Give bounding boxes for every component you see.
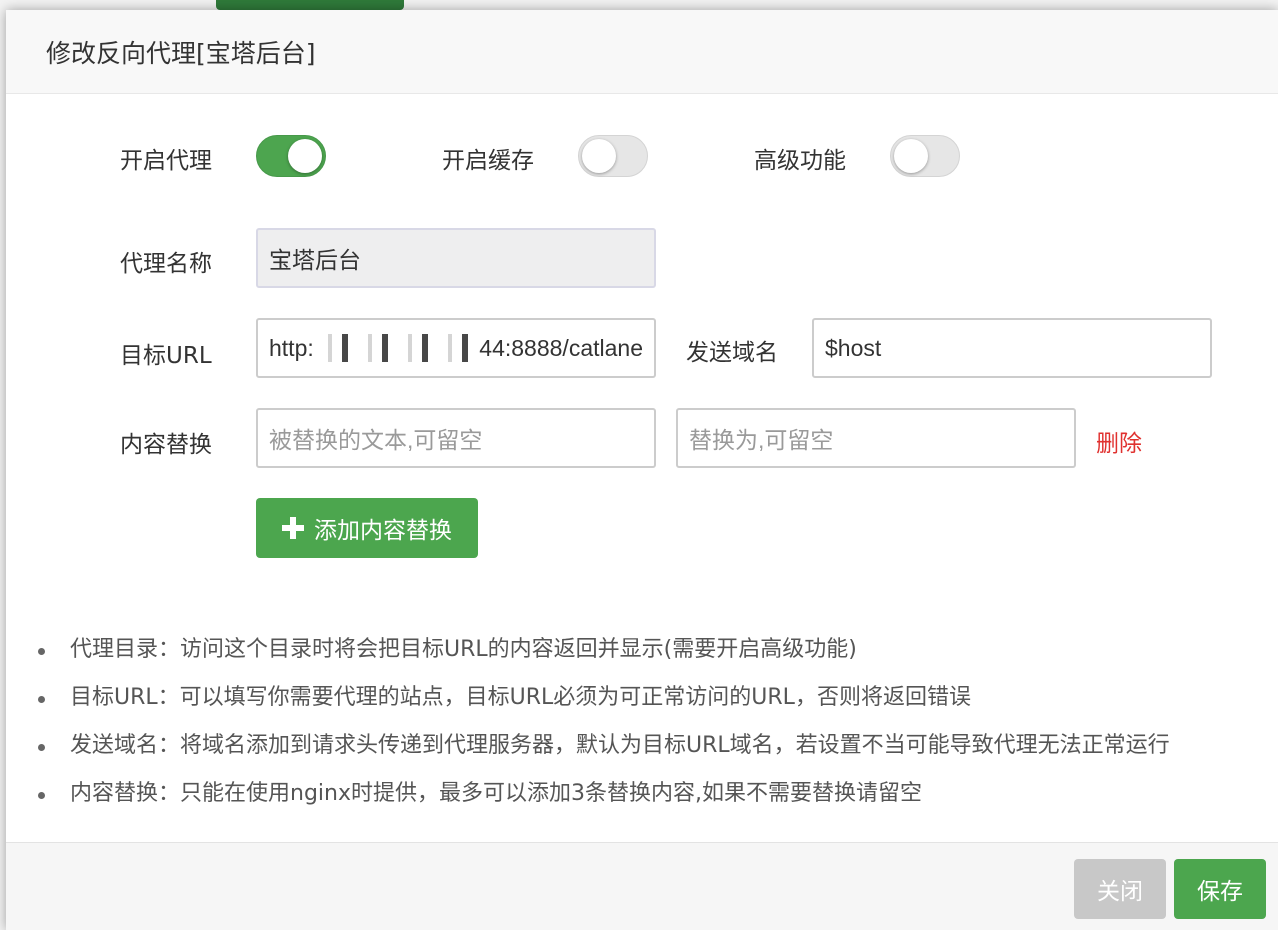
tip-item: 内容替换：只能在使用nginx时提供，最多可以添加3条替换内容,如果不需要替换请… [34, 778, 1274, 826]
tip-item: 代理目录：访问这个目录时将会把目标URL的内容返回并显示(需要开启高级功能) [34, 634, 1274, 682]
send-domain-label: 发送域名 [686, 340, 778, 366]
toggle-knob [894, 139, 928, 173]
help-tips-list: 代理目录：访问这个目录时将会把目标URL的内容返回并显示(需要开启高级功能) 目… [34, 634, 1274, 826]
add-content-replace-label: 添加内容替换 [314, 518, 452, 544]
redacted-host [315, 334, 478, 362]
content-replace-label: 内容替换 [120, 432, 212, 458]
enable-proxy-label: 开启代理 [120, 148, 212, 174]
target-url-label: 目标URL [120, 343, 212, 369]
toggle-knob [288, 139, 322, 173]
save-button[interactable]: 保存 [1174, 859, 1266, 919]
tip-item: 发送域名：将域名添加到请求头传递到代理服务器，默认为目标URL域名，若设置不当可… [34, 730, 1274, 778]
enable-proxy-toggle[interactable] [256, 135, 326, 177]
replace-to-input[interactable]: 替换为,可留空 [676, 408, 1076, 468]
replace-from-placeholder: 被替换的文本,可留空 [269, 427, 483, 453]
add-content-replace-button[interactable]: 添加内容替换 [256, 498, 478, 558]
enable-cache-label: 开启缓存 [442, 148, 534, 174]
enable-cache-toggle[interactable] [578, 135, 648, 177]
dialog-header: 修改反向代理[宝塔后台] [6, 10, 1278, 94]
proxy-name-label: 代理名称 [120, 251, 212, 277]
dialog-footer: 关闭 保存 [6, 842, 1278, 930]
replace-to-placeholder: 替换为,可留空 [689, 427, 834, 453]
target-url-suffix: 44:8888/catlane [479, 334, 643, 361]
edit-reverse-proxy-dialog: 修改反向代理[宝塔后台] 开启代理 开启缓存 高级功能 代理名称 宝塔后台 目标… [6, 10, 1278, 930]
tip-item: 目标URL：可以填写你需要代理的站点，目标URL必须为可正常访问的URL，否则将… [34, 682, 1274, 730]
toggle-knob [582, 139, 616, 173]
advanced-features-label: 高级功能 [754, 148, 846, 174]
send-domain-input[interactable]: $host [812, 318, 1212, 378]
delete-replace-link[interactable]: 删除 [1096, 424, 1142, 458]
send-domain-value: $host [825, 334, 882, 361]
advanced-features-toggle[interactable] [890, 135, 960, 177]
target-url-prefix: http: [269, 334, 314, 361]
proxy-name-input[interactable]: 宝塔后台 [256, 228, 656, 288]
target-url-input[interactable]: http: 44:8888/catlane [256, 318, 656, 378]
plus-icon [282, 517, 304, 539]
proxy-name-value: 宝塔后台 [269, 247, 361, 273]
dialog-title: 修改反向代理[宝塔后台] [46, 39, 316, 68]
background-tab-strip [216, 0, 404, 10]
close-button[interactable]: 关闭 [1074, 859, 1166, 919]
replace-from-input[interactable]: 被替换的文本,可留空 [256, 408, 656, 468]
